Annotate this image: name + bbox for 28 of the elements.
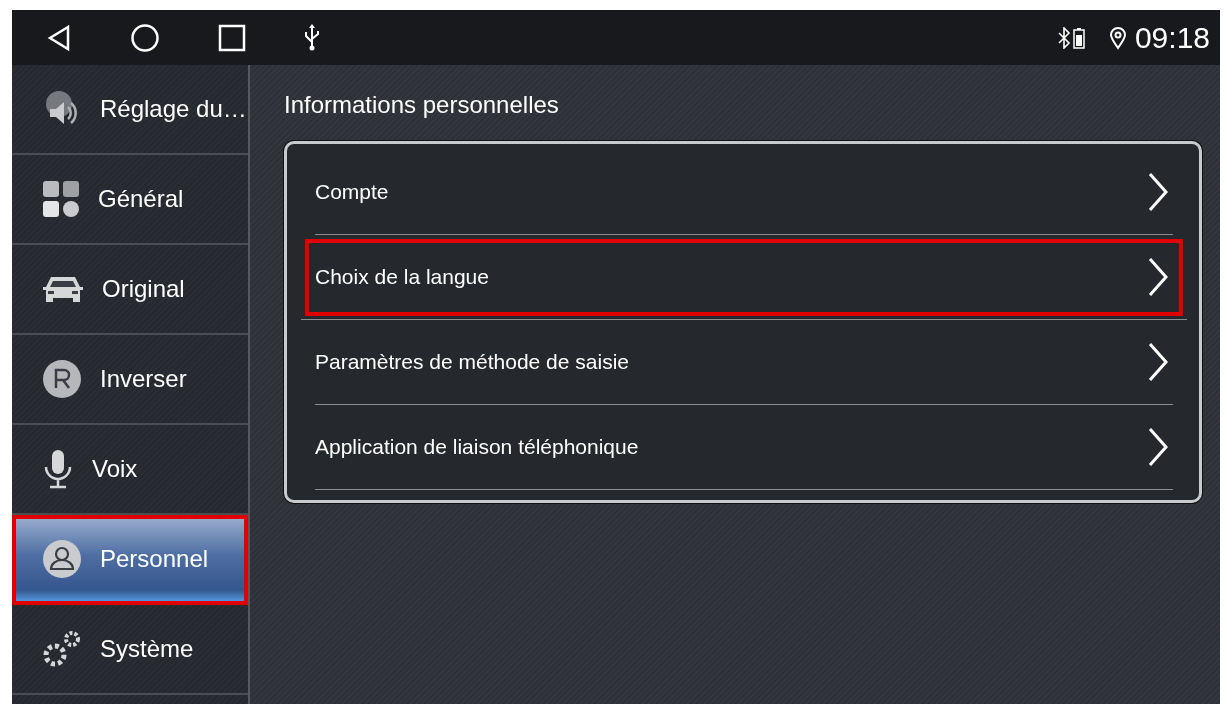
microphone-icon xyxy=(42,449,74,489)
sidebar-item[interactable]: Personnel xyxy=(12,515,248,605)
sidebar-item[interactable]: Inverser xyxy=(12,335,248,425)
chevron-right-icon xyxy=(1147,342,1169,382)
chevron-right-icon xyxy=(1147,427,1169,467)
clock-time: 09:18 xyxy=(1134,20,1210,55)
sidebar-item[interactable]: Original xyxy=(12,245,248,335)
bluetooth-icon xyxy=(1056,26,1071,49)
letter-r-icon xyxy=(42,359,82,399)
sidebar-item[interactable]: Système xyxy=(12,605,248,695)
grid-icon xyxy=(42,180,80,218)
location-pin-icon xyxy=(1108,25,1127,50)
person-icon xyxy=(42,539,82,579)
section-title: Informations personnelles xyxy=(284,91,560,119)
chevron-right-icon xyxy=(1147,257,1169,297)
settings-row[interactable]: Compte xyxy=(315,150,1173,235)
battery-icon xyxy=(1072,26,1085,49)
settings-row[interactable]: Choix de la langue xyxy=(301,235,1187,320)
settings-row[interactable]: Paramètres de méthode de saisie xyxy=(315,320,1173,405)
gears-icon xyxy=(42,629,82,669)
settings-row[interactable]: Application de liaison téléphonique xyxy=(315,405,1173,490)
usb-icon xyxy=(304,23,320,52)
sidebar-item[interactable]: Réglage du… xyxy=(12,65,248,155)
back-icon[interactable] xyxy=(46,23,72,52)
recents-icon[interactable] xyxy=(218,23,246,52)
sidebar-item[interactable]: Général xyxy=(12,155,248,245)
chevron-right-icon xyxy=(1147,172,1169,212)
home-icon[interactable] xyxy=(130,22,160,53)
